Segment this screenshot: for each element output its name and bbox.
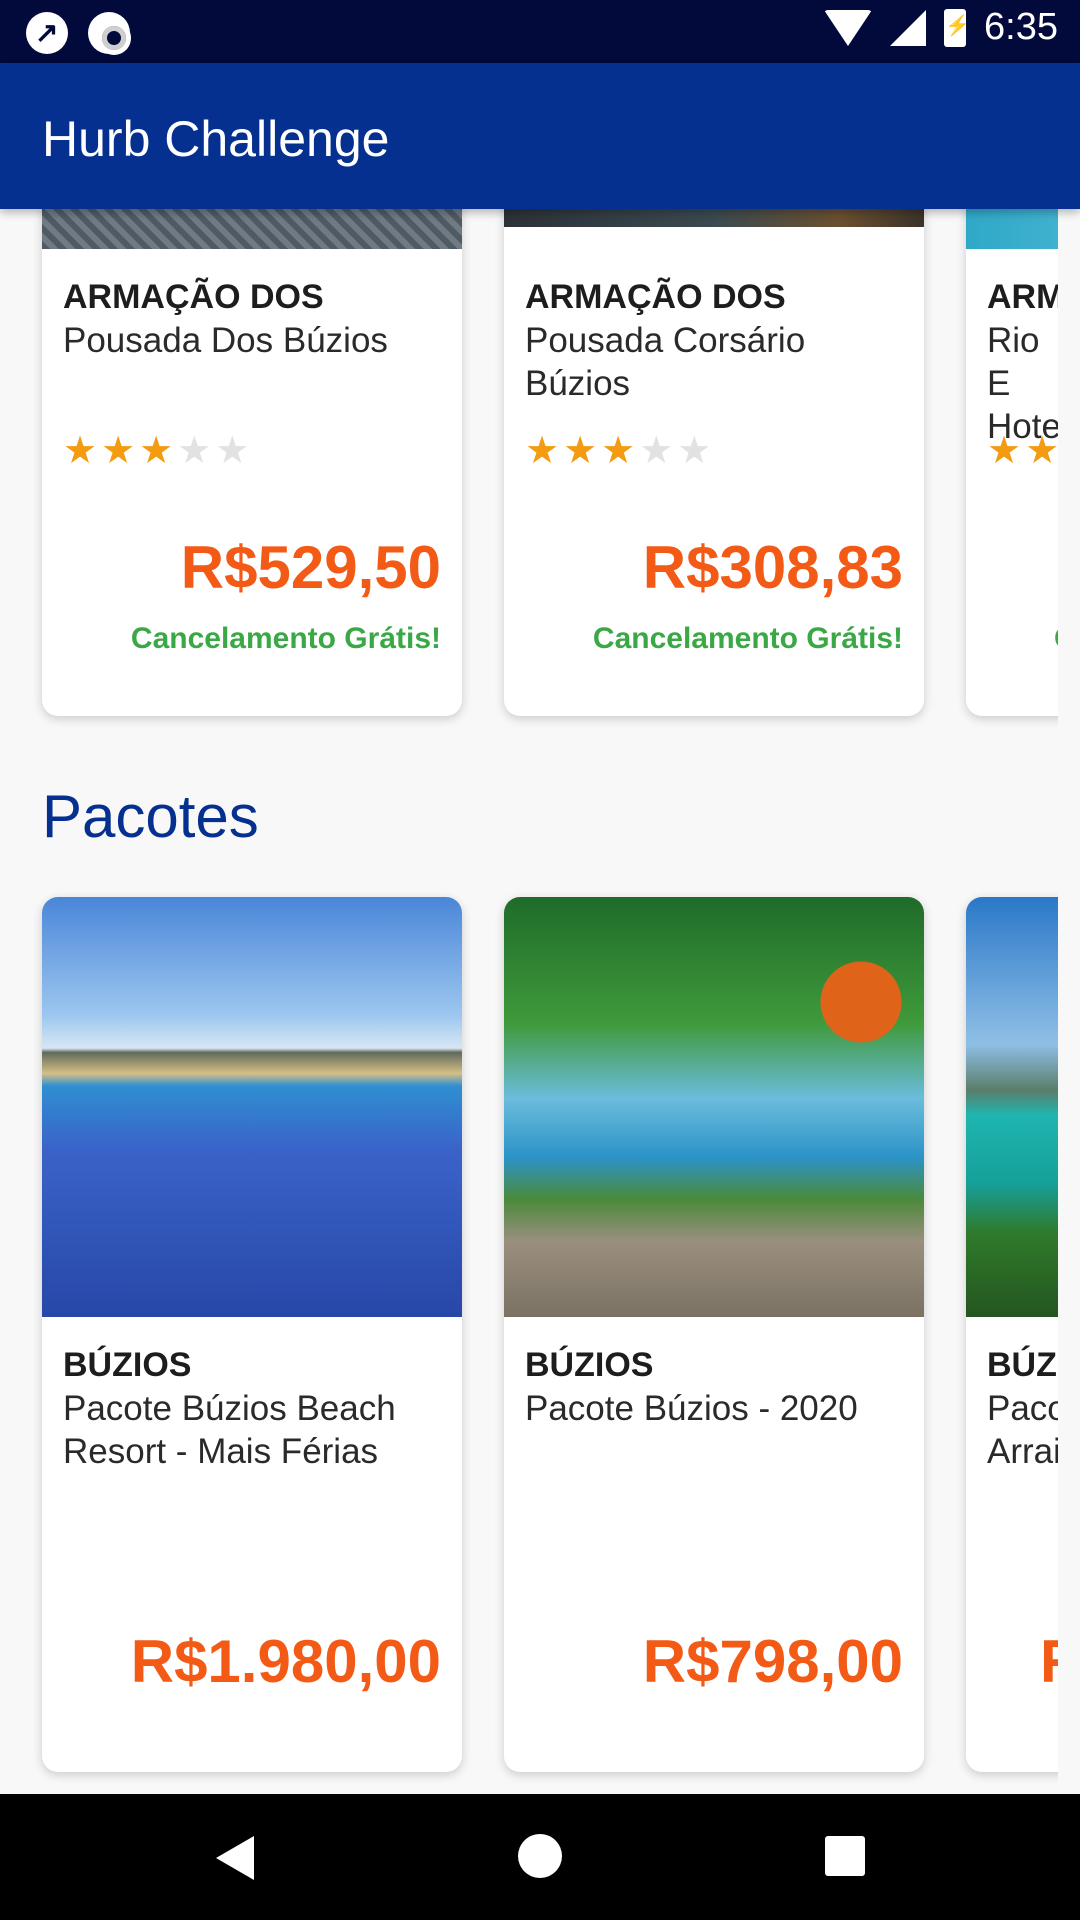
record-icon xyxy=(88,12,131,55)
star-icon: ★★★ xyxy=(987,430,1058,472)
star-icon: ★★★ xyxy=(63,430,178,472)
star-icon: ★★★ xyxy=(525,430,640,472)
free-cancel-badge: Cancelamento Grátis! xyxy=(592,622,903,655)
star-empty-icon: ★★ xyxy=(639,430,716,472)
hotels-carousel[interactable]: ARMAÇÃO DOS Pousada Dos Búzios ★★★★★ R$5… xyxy=(0,209,1058,739)
hotel-card[interactable]: ARM Rio E Hote ★★★ C xyxy=(966,209,1058,716)
hotel-city: ARM xyxy=(987,278,1058,316)
rating-stars: ★★★★★ xyxy=(63,428,253,473)
package-image xyxy=(504,897,924,1317)
wifi-icon xyxy=(824,9,873,46)
free-cancel-badge: C xyxy=(1054,622,1058,656)
package-price: R xyxy=(1040,1627,1058,1696)
hotel-name: Pousada Corsário Búzios xyxy=(525,321,806,403)
rating-stars: ★★★ xyxy=(987,428,1058,473)
package-price: R$1.980,00 xyxy=(130,1628,441,1695)
home-icon[interactable] xyxy=(518,1834,562,1878)
star-empty-icon: ★★ xyxy=(177,430,254,472)
hotel-city: ARMAÇÃO DOS xyxy=(525,278,786,316)
hotel-image xyxy=(42,209,462,249)
clock: 6:35 xyxy=(984,6,1058,48)
package-card[interactable]: BÚZ Paco Arrai R xyxy=(966,897,1058,1772)
package-name: Pacote Búzios - 2020 xyxy=(525,1389,858,1428)
hotel-card[interactable]: ARMAÇÃO DOS Pousada Corsário Búzios ★★★★… xyxy=(504,209,924,716)
system-nav-bar xyxy=(0,1794,1080,1920)
package-image xyxy=(966,897,1058,1317)
signal-icon xyxy=(890,9,927,46)
packages-section-title: Pacotes xyxy=(42,783,259,850)
package-card[interactable]: BÚZIOS Pacote Búzios Beach Resort - Mais… xyxy=(42,897,462,1772)
hotel-city: ARMAÇÃO DOS xyxy=(63,278,324,316)
package-image xyxy=(42,897,462,1317)
package-price: R$798,00 xyxy=(642,1628,903,1695)
packages-carousel[interactable]: BÚZIOS Pacote Búzios Beach Resort - Mais… xyxy=(0,890,1058,1790)
app-title: Hurb Challenge xyxy=(42,111,390,167)
rating-stars: ★★★★★ xyxy=(525,428,715,473)
hotel-name: Pousada Dos Búzios xyxy=(63,321,388,360)
package-city: BÚZIOS xyxy=(525,1346,654,1384)
free-cancel-badge: Cancelamento Grátis! xyxy=(130,622,441,655)
back-icon[interactable] xyxy=(216,1836,254,1880)
package-city: BÚZ xyxy=(987,1346,1057,1384)
battery-charging-icon xyxy=(944,8,970,47)
app-bar: Hurb Challenge xyxy=(0,63,1080,209)
hotel-price: R$529,50 xyxy=(180,534,441,601)
package-card[interactable]: BÚZIOS Pacote Búzios - 2020 R$798,00 xyxy=(504,897,924,1772)
hotel-image xyxy=(966,209,1058,249)
package-name: Paco Arrai xyxy=(987,1389,1058,1471)
tool-icon xyxy=(26,12,68,54)
recent-apps-icon[interactable] xyxy=(825,1836,865,1876)
status-bar: 6:35 xyxy=(0,0,1080,63)
hotel-price: R$308,83 xyxy=(642,534,903,601)
package-city: BÚZIOS xyxy=(63,1346,192,1384)
hotel-image xyxy=(504,209,924,227)
package-name: Pacote Búzios Beach Resort - Mais Férias xyxy=(63,1389,396,1471)
hotel-card[interactable]: ARMAÇÃO DOS Pousada Dos Búzios ★★★★★ R$5… xyxy=(42,209,462,716)
